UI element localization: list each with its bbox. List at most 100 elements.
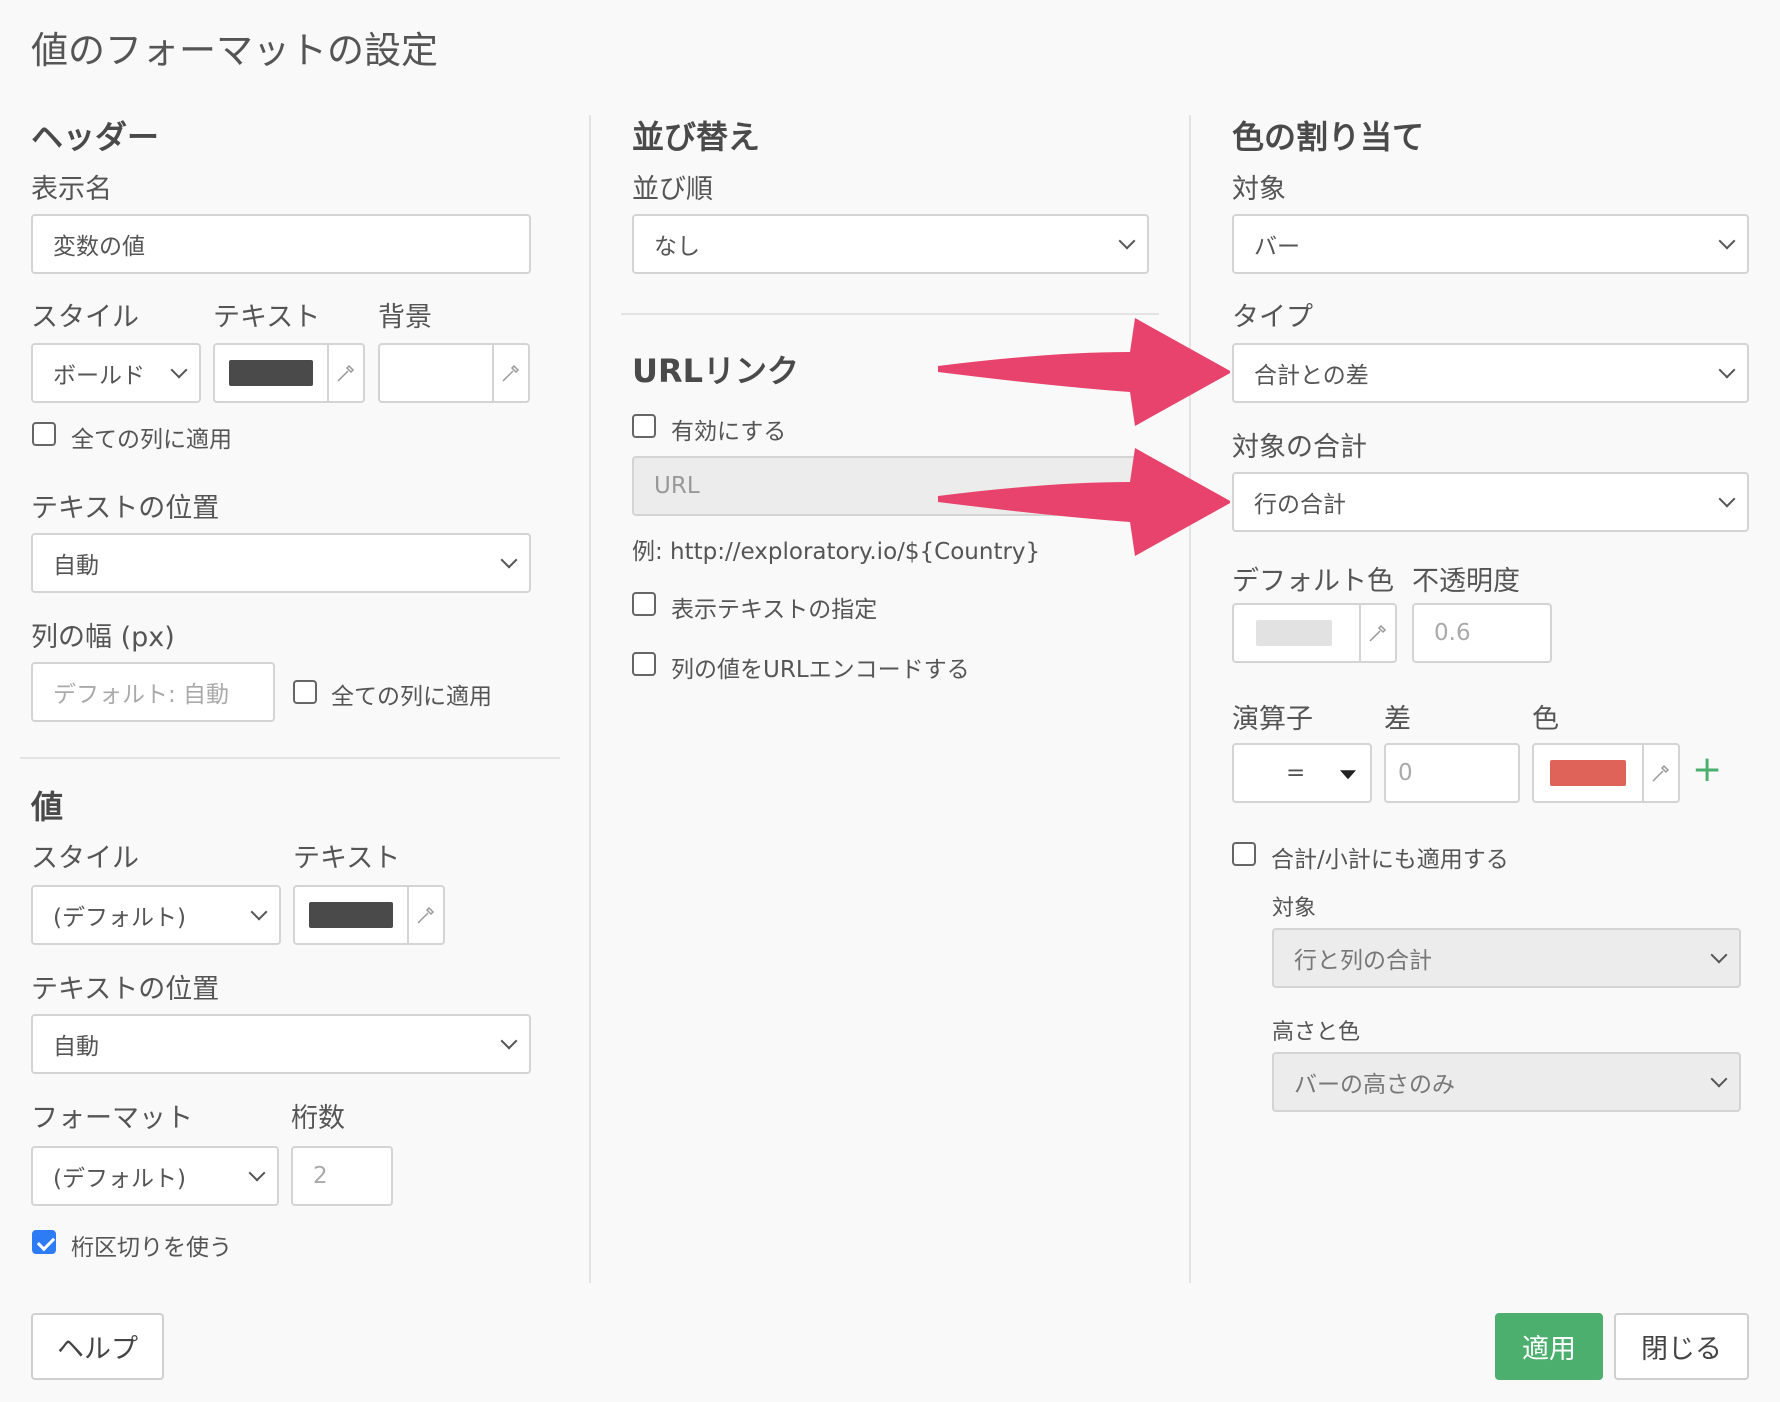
- column-divider-right: [1189, 115, 1191, 1283]
- apply-button[interactable]: 適用: [1495, 1313, 1603, 1380]
- value-section-heading: 値: [31, 788, 64, 826]
- header-style-label: スタイル: [31, 302, 139, 333]
- url-section-heading: URLリンク: [632, 352, 800, 390]
- sort-order-value: なし: [654, 234, 700, 260]
- header-background-label: 背景: [378, 302, 432, 333]
- default-color-swatch[interactable]: [1256, 620, 1332, 646]
- eyedropper-icon[interactable]: [327, 345, 363, 401]
- value-style-label: スタイル: [31, 843, 139, 874]
- separator-checkbox[interactable]: [32, 1230, 56, 1254]
- sub-target-value: 行と列の合計: [1294, 948, 1432, 974]
- header-style-select[interactable]: ボールド: [31, 343, 201, 403]
- format-value: (デフォルト): [53, 1166, 186, 1192]
- header-text-color-swatch[interactable]: [229, 360, 313, 386]
- column-width-apply-all-label: 全ての列に適用: [331, 684, 492, 710]
- digits-input[interactable]: 2: [291, 1146, 393, 1206]
- plus-icon[interactable]: +: [1692, 752, 1722, 788]
- header-text-label: テキスト: [213, 302, 321, 333]
- sort-section-heading: 並び替え: [632, 118, 761, 156]
- header-background-color-picker[interactable]: [378, 343, 530, 403]
- diff-input[interactable]: 0: [1384, 743, 1520, 803]
- rule-color-label: 色: [1532, 704, 1559, 735]
- caret-down-icon: [1340, 770, 1356, 780]
- height-color-select[interactable]: バーの高さのみ: [1272, 1052, 1741, 1112]
- operator-select[interactable]: =: [1232, 743, 1372, 803]
- opacity-input[interactable]: 0.6: [1412, 603, 1552, 663]
- diff-label: 差: [1384, 704, 1411, 735]
- digits-label: 桁数: [291, 1103, 345, 1134]
- default-color-picker[interactable]: [1232, 603, 1397, 663]
- column-divider-left: [589, 115, 591, 1283]
- value-text-position-label: テキストの位置: [31, 974, 220, 1005]
- eyedropper-icon[interactable]: [407, 887, 443, 943]
- header-section-heading: ヘッダー: [31, 118, 160, 156]
- chevron-down-icon: [1710, 946, 1728, 964]
- url-encode-label: 列の値をURLエンコードする: [671, 657, 970, 683]
- value-text-position-value: 自動: [53, 1034, 99, 1060]
- color-section-heading: 色の割り当て: [1232, 118, 1425, 156]
- apply-totals-checkbox[interactable]: [1232, 842, 1256, 866]
- chevron-down-icon: [1718, 361, 1736, 379]
- chevron-down-icon: [1710, 1070, 1728, 1088]
- height-color-label: 高さと色: [1272, 1020, 1361, 1045]
- chevron-down-icon: [1118, 232, 1136, 250]
- header-apply-all-label: 全ての列に適用: [71, 427, 232, 453]
- color-target-select[interactable]: バー: [1232, 214, 1749, 274]
- target-total-select[interactable]: 行の合計: [1232, 472, 1749, 532]
- color-type-select[interactable]: 合計との差: [1232, 343, 1749, 403]
- value-text-color-swatch[interactable]: [309, 902, 393, 928]
- header-text-color-picker[interactable]: [213, 343, 365, 403]
- display-text-checkbox[interactable]: [632, 592, 656, 616]
- format-select[interactable]: (デフォルト): [31, 1146, 279, 1206]
- help-button[interactable]: ヘルプ: [31, 1313, 164, 1380]
- sort-order-label: 並び順: [632, 174, 713, 205]
- url-enable-checkbox[interactable]: [632, 414, 656, 438]
- rule-color-swatch[interactable]: [1550, 760, 1626, 786]
- target-total-value: 行の合計: [1254, 492, 1346, 518]
- chevron-down-icon: [170, 361, 188, 379]
- display-name-label: 表示名: [31, 174, 112, 205]
- sort-order-select[interactable]: なし: [632, 214, 1149, 274]
- value-style-value: (デフォルト): [53, 905, 186, 931]
- section-divider: [20, 757, 560, 759]
- chevron-down-icon: [250, 903, 268, 921]
- arrow-to-type-select: [938, 318, 1230, 426]
- eyedropper-icon[interactable]: [1642, 745, 1678, 801]
- value-text-label: テキスト: [293, 843, 401, 874]
- header-apply-all-checkbox[interactable]: [32, 422, 56, 446]
- separator-label: 桁区切りを使う: [71, 1235, 232, 1261]
- arrow-to-target-total-select: [938, 448, 1230, 556]
- operator-value: =: [1286, 760, 1306, 786]
- apply-totals-label: 合計/小計にも適用する: [1271, 847, 1509, 873]
- display-name-input[interactable]: 変数の値: [31, 214, 531, 274]
- rule-color-picker[interactable]: [1532, 743, 1680, 803]
- height-color-value: バーの高さのみ: [1294, 1072, 1455, 1098]
- sub-target-select[interactable]: 行と列の合計: [1272, 928, 1741, 988]
- header-text-position-value: 自動: [53, 553, 99, 579]
- header-text-position-label: テキストの位置: [31, 493, 220, 524]
- dialog-title: 値のフォーマットの設定: [31, 29, 438, 72]
- value-text-color-picker[interactable]: [293, 885, 445, 945]
- column-width-label: 列の幅 (px): [31, 622, 175, 653]
- url-encode-checkbox[interactable]: [632, 652, 656, 676]
- header-text-position-select[interactable]: 自動: [31, 533, 531, 593]
- value-style-select[interactable]: (デフォルト): [31, 885, 281, 945]
- eyedropper-icon[interactable]: [492, 345, 528, 401]
- value-text-position-select[interactable]: 自動: [31, 1014, 531, 1074]
- column-width-apply-all-checkbox[interactable]: [293, 680, 317, 704]
- operator-label: 演算子: [1232, 704, 1313, 735]
- url-enable-label: 有効にする: [671, 419, 787, 445]
- chevron-down-icon: [1718, 232, 1736, 250]
- color-target-label: 対象: [1232, 174, 1286, 205]
- close-button[interactable]: 閉じる: [1614, 1313, 1749, 1380]
- chevron-down-icon: [248, 1164, 266, 1182]
- color-target-value: バー: [1254, 234, 1300, 260]
- chevron-down-icon: [500, 1032, 518, 1050]
- eyedropper-icon[interactable]: [1359, 605, 1395, 661]
- chevron-down-icon: [500, 551, 518, 569]
- annotation-arrows: [938, 318, 1230, 556]
- format-label: フォーマット: [31, 1103, 193, 1134]
- column-width-input[interactable]: デフォルト: 自動: [31, 662, 275, 722]
- sub-target-label: 対象: [1272, 896, 1317, 921]
- header-style-value: ボールド: [53, 363, 145, 389]
